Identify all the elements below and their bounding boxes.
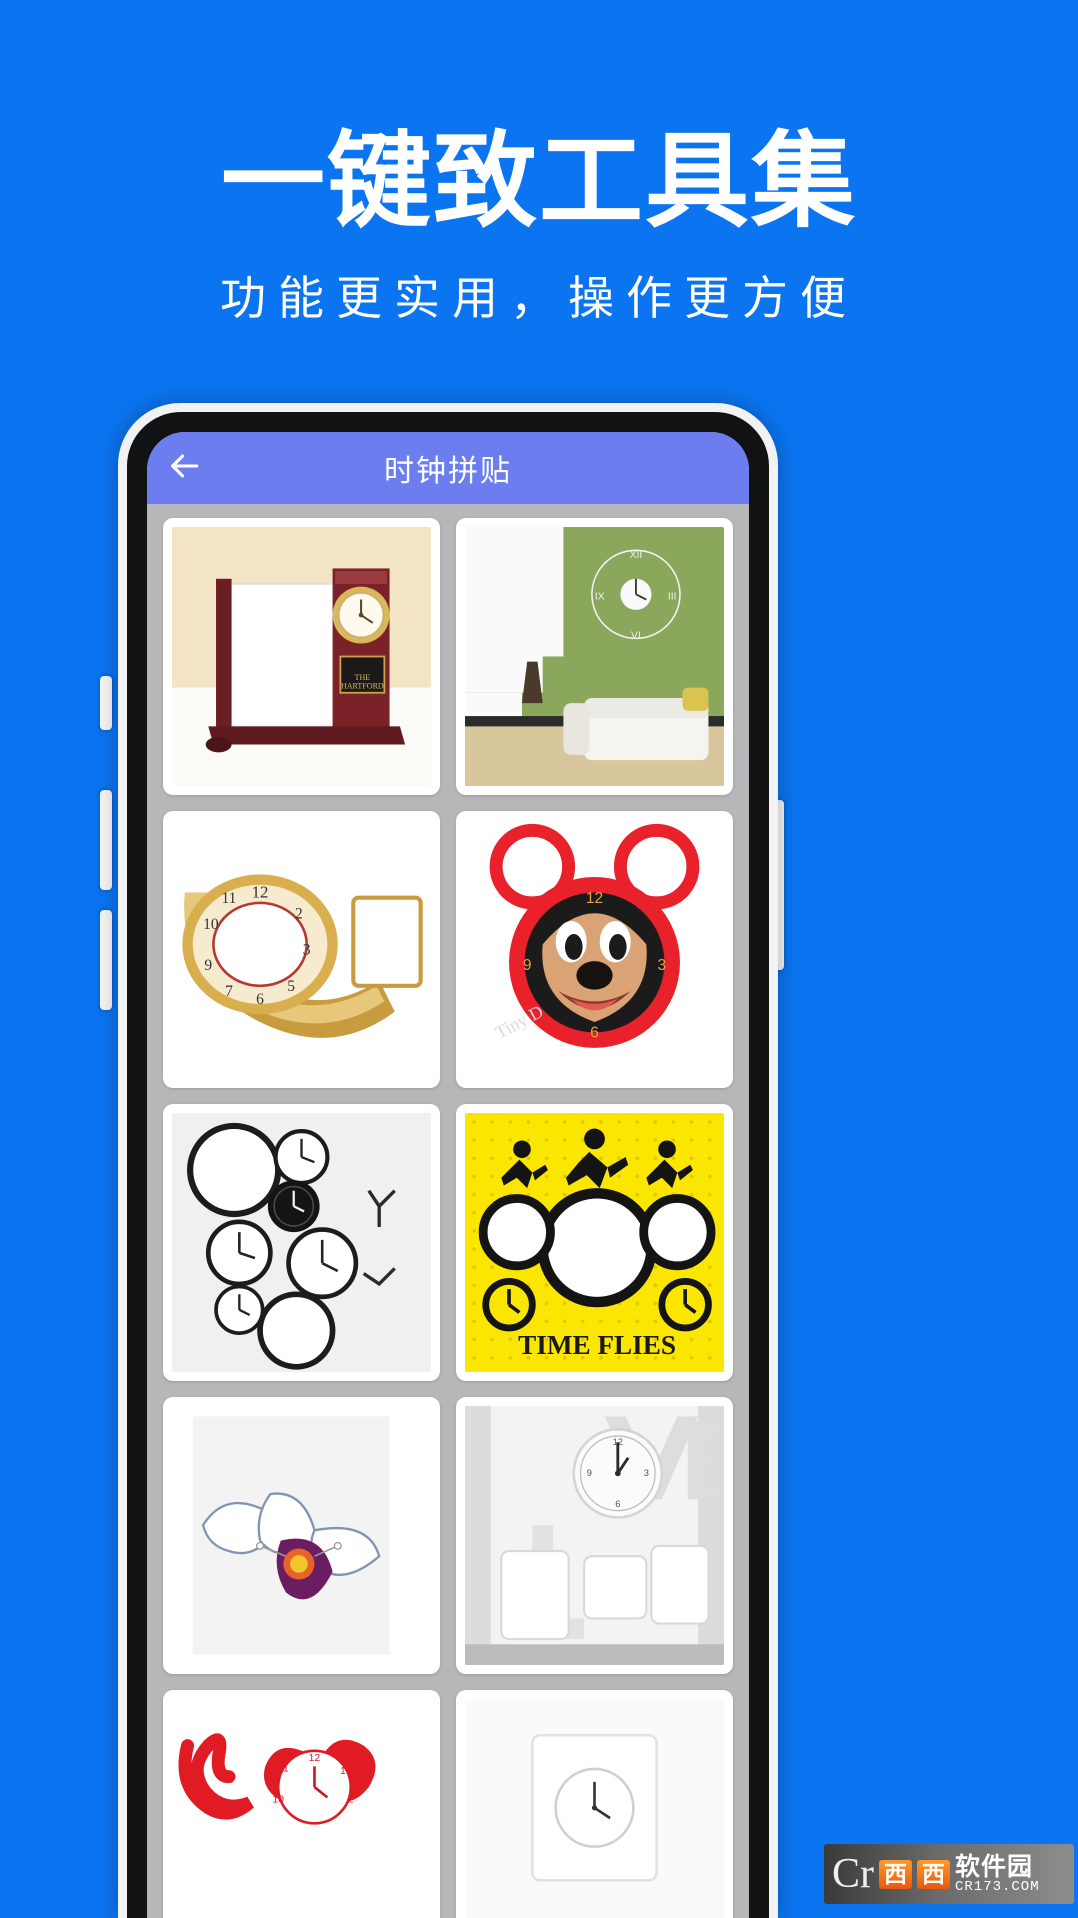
phone-mockup: 时钟拼贴 THE HARTFORD XII III VI IX 12 2 3 5…	[118, 403, 778, 1918]
watermark-logo: Cr	[832, 1851, 874, 1897]
svg-text:2: 2	[348, 1795, 354, 1806]
svg-text:6: 6	[256, 991, 264, 1008]
svg-text:3: 3	[303, 942, 311, 959]
list-item[interactable]: TIME FLIES	[456, 1104, 733, 1381]
svg-text:11: 11	[222, 890, 237, 907]
svg-text:THE: THE	[355, 673, 371, 682]
svg-text:12: 12	[252, 883, 269, 902]
svg-text:HARTFORD: HARTFORD	[341, 682, 384, 691]
mickey-mouse-clock: 12 3 6 9 Tiny D	[465, 820, 724, 1079]
svg-text:7: 7	[225, 983, 233, 1000]
svg-text:1: 1	[340, 1766, 346, 1777]
template-grid: THE HARTFORD XII III VI IX 12 2 3 5 6 7 …	[147, 504, 749, 1918]
svg-text:12: 12	[586, 890, 603, 907]
site-watermark: Cr 西 西 软件园 CR173.COM	[824, 1844, 1074, 1904]
svg-text:5: 5	[287, 978, 295, 995]
phone-button-volume-down[interactable]	[100, 910, 112, 1010]
svg-text:IX: IX	[595, 592, 605, 603]
svg-text:12: 12	[309, 1753, 321, 1764]
svg-text:3: 3	[658, 957, 667, 974]
list-item[interactable]: 12 3 6 9 Tiny D	[456, 811, 733, 1088]
poster-caption: TIME FLIES	[518, 1330, 676, 1360]
phone-screen: 时钟拼贴 THE HARTFORD XII III VI IX 12 2 3 5…	[147, 432, 749, 1918]
svg-text:10: 10	[203, 916, 219, 933]
golden-ribbon-clock: 12 2 3 5 6 7 9 10 11	[172, 820, 431, 1079]
white-frame-clock	[465, 1699, 724, 1918]
list-item[interactable]	[456, 1690, 733, 1918]
arrow-left-icon	[167, 449, 201, 488]
list-item[interactable]	[163, 1397, 440, 1674]
svg-text:9: 9	[587, 1468, 592, 1478]
page-title: 一键致工具集	[220, 124, 857, 240]
promo-header: 一键致工具集 功能更实用，操作更方便	[0, 0, 1078, 405]
list-item[interactable]: 11 12 1 2 10	[163, 1690, 440, 1918]
red-love-script-clock: 11 12 1 2 10	[172, 1699, 431, 1918]
page-subtitle: 功能更实用，操作更方便	[220, 272, 858, 324]
list-item[interactable]: 12 2 3 5 6 7 9 10 11	[163, 811, 440, 1088]
list-item[interactable]: THE HARTFORD	[163, 518, 440, 795]
wooden-desk-clock-frame: THE HARTFORD	[172, 527, 431, 786]
svg-text:9: 9	[204, 957, 212, 974]
template-grid-scroll[interactable]: THE HARTFORD XII III VI IX 12 2 3 5 6 7 …	[147, 504, 749, 1918]
app-header-bar: 时钟拼贴	[147, 432, 749, 504]
watermark-box-1: 西	[879, 1859, 912, 1889]
phone-button-mute[interactable]	[100, 676, 112, 730]
watermark-box-2: 西	[917, 1859, 950, 1889]
svg-text:9: 9	[523, 957, 532, 974]
svg-text:III: III	[668, 592, 677, 603]
svg-text:6: 6	[590, 1025, 599, 1042]
multi-circle-wall-clocks	[172, 1113, 431, 1372]
svg-text:11: 11	[278, 1764, 289, 1775]
list-item[interactable]: 12 3 6 9	[456, 1397, 733, 1674]
svg-text:3: 3	[644, 1468, 649, 1478]
back-button[interactable]	[147, 432, 221, 504]
list-item[interactable]	[163, 1104, 440, 1381]
phone-button-volume-up[interactable]	[100, 790, 112, 890]
svg-text:6: 6	[615, 1499, 620, 1509]
butterfly-pendulum-clock	[172, 1406, 431, 1665]
phone-bezel: 时钟拼贴 THE HARTFORD XII III VI IX 12 2 3 5…	[127, 412, 769, 1918]
watermark-text: 软件园 CR173.COM	[955, 1852, 1040, 1895]
watermark-site-name: 软件园	[955, 1852, 1034, 1881]
svg-text:2: 2	[295, 905, 303, 922]
love-letters-photo-clock: 12 3 6 9	[465, 1406, 724, 1665]
time-flies-yellow-poster: TIME FLIES	[465, 1113, 724, 1372]
green-wall-room-clock: XII III VI IX	[465, 527, 724, 786]
watermark-site-url: CR173.COM	[955, 1878, 1040, 1895]
list-item[interactable]: XII III VI IX	[456, 518, 733, 795]
app-title: 时钟拼贴	[384, 455, 512, 488]
svg-text:10: 10	[272, 1795, 284, 1806]
svg-text:XII: XII	[630, 550, 643, 561]
svg-text:VI: VI	[631, 630, 641, 641]
